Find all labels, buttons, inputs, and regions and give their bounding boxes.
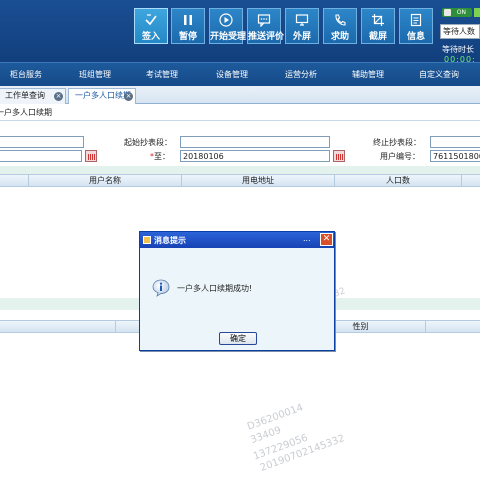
start-date-input[interactable]	[0, 150, 82, 162]
external-screen-label: 外屏	[292, 32, 311, 42]
dialog-title-dots: ...	[303, 234, 311, 243]
user-grid-header: 用户名称 用电地址 人口数	[0, 174, 480, 187]
document-icon	[410, 13, 422, 27]
calendar-icon[interactable]	[333, 150, 345, 162]
check-in-button[interactable]: 签入	[134, 8, 168, 44]
external-screen-button[interactable]: 外屏	[285, 8, 319, 44]
ok-button[interactable]: 确定	[219, 332, 257, 345]
breadcrumb: 一户多人口续期	[0, 108, 52, 117]
start-meter-input[interactable]	[180, 136, 330, 148]
tab-label: 一户多人口续期	[75, 91, 131, 100]
start-accept-label: 开始受理	[210, 32, 247, 42]
col-extra	[425, 321, 480, 333]
status-panel: ON 等待人数 等待时长 00:00:	[438, 6, 480, 64]
push-evaluation-button[interactable]: 推送评价	[247, 8, 285, 44]
start-meter-label: 起始抄表段：	[124, 138, 172, 147]
phone-icon	[335, 14, 346, 26]
help-request-button[interactable]: 求助	[323, 8, 357, 44]
check-in-icon	[145, 14, 157, 26]
chat-bubble-icon	[257, 14, 271, 27]
menu-item-device-management[interactable]: 设备管理	[216, 63, 248, 87]
play-icon	[219, 13, 233, 27]
menu-item-operation-analysis[interactable]: 运营分析	[285, 63, 317, 87]
dialog-title: 消息提示	[154, 236, 186, 245]
col-user-name[interactable]: 用户名称	[28, 175, 181, 187]
help-request-label: 求助	[330, 32, 349, 42]
waiting-count-label: 等待人数	[443, 27, 475, 36]
info-label: 信息	[406, 32, 425, 42]
dialog-message: 一户多人口续期成功!	[177, 284, 253, 293]
menu-item-counter-service[interactable]: 柜台服务	[10, 63, 42, 87]
start-accept-button[interactable]: 开始受理	[209, 8, 247, 44]
dialog-title-bar[interactable]: 消息提示 ... ✕	[140, 232, 334, 248]
menu-item-auxiliary-management[interactable]: 辅助管理	[352, 63, 384, 87]
tab-household-renewal[interactable]: 一户多人口续期 ×	[68, 88, 136, 104]
waiting-count-field: 等待人数	[440, 24, 480, 39]
message-dialog: 消息提示 ... ✕ 一户多人口续期成功! 确定	[139, 231, 335, 351]
toggle-indicator	[474, 8, 480, 17]
tab-work-order-query[interactable]: 工作单查询 ×	[0, 88, 66, 104]
toggle-text: ON	[456, 9, 466, 16]
end-meter-label: 终止抄表段：	[373, 138, 421, 147]
end-date-input[interactable]	[180, 150, 330, 162]
monitor-icon	[295, 14, 309, 26]
main-menu: 柜台服务 班组管理 考试管理 设备管理 运营分析 辅助管理 自定义查询	[0, 62, 480, 86]
divider	[0, 120, 480, 121]
end-meter-input[interactable]	[430, 136, 480, 148]
col-population[interactable]: 人口数	[334, 175, 461, 187]
pause-icon	[184, 15, 192, 25]
menu-item-exam-management[interactable]: 考试管理	[146, 63, 178, 87]
user-number-label: 用户编号：	[380, 152, 420, 161]
tab-bar: 工作单查询 × 一户多人口续期 ×	[0, 86, 480, 104]
to-label-text: 至：	[154, 152, 170, 161]
info-button[interactable]: 信息	[399, 8, 433, 44]
user-number-input[interactable]	[430, 150, 480, 162]
to-date-label: *至：	[150, 151, 170, 162]
col-extra	[461, 175, 480, 187]
dialog-body: 一户多人口续期成功! 确定	[141, 248, 333, 350]
menu-item-custom-query[interactable]: 自定义查询	[419, 63, 459, 87]
calendar-icon[interactable]	[85, 150, 97, 162]
screenshot-label: 截屏	[368, 32, 387, 42]
grid-toolbar	[0, 166, 480, 174]
screenshot-button[interactable]: 截屏	[361, 8, 395, 44]
menu-item-team-management[interactable]: 班组管理	[79, 63, 111, 87]
app-icon	[143, 236, 151, 244]
waiting-time-label: 等待时长	[442, 45, 474, 54]
app-window: 签入 暂停 开始受理 推送评价 外屏 求助 截屏 信息 ON 等待人数 等待时长…	[0, 0, 480, 480]
top-toolbar: 签入 暂停 开始受理 推送评价 外屏 求助 截屏 信息 ON 等待人数 等待时长…	[0, 0, 480, 64]
close-icon[interactable]: ×	[124, 92, 133, 101]
close-icon[interactable]: ✕	[320, 233, 333, 246]
close-icon[interactable]: ×	[54, 92, 63, 101]
info-icon	[152, 279, 170, 297]
crop-icon	[372, 14, 384, 26]
pause-label: 暂停	[178, 32, 197, 42]
first-field-input[interactable]	[0, 136, 84, 148]
toggle-knob	[444, 9, 451, 16]
online-toggle[interactable]: ON	[442, 8, 472, 17]
push-evaluation-label: 推送评价	[248, 32, 285, 42]
pause-button[interactable]: 暂停	[171, 8, 205, 44]
tab-label: 工作单查询	[5, 91, 45, 100]
col-address[interactable]: 用电地址	[181, 175, 334, 187]
check-in-label: 签入	[141, 32, 160, 42]
